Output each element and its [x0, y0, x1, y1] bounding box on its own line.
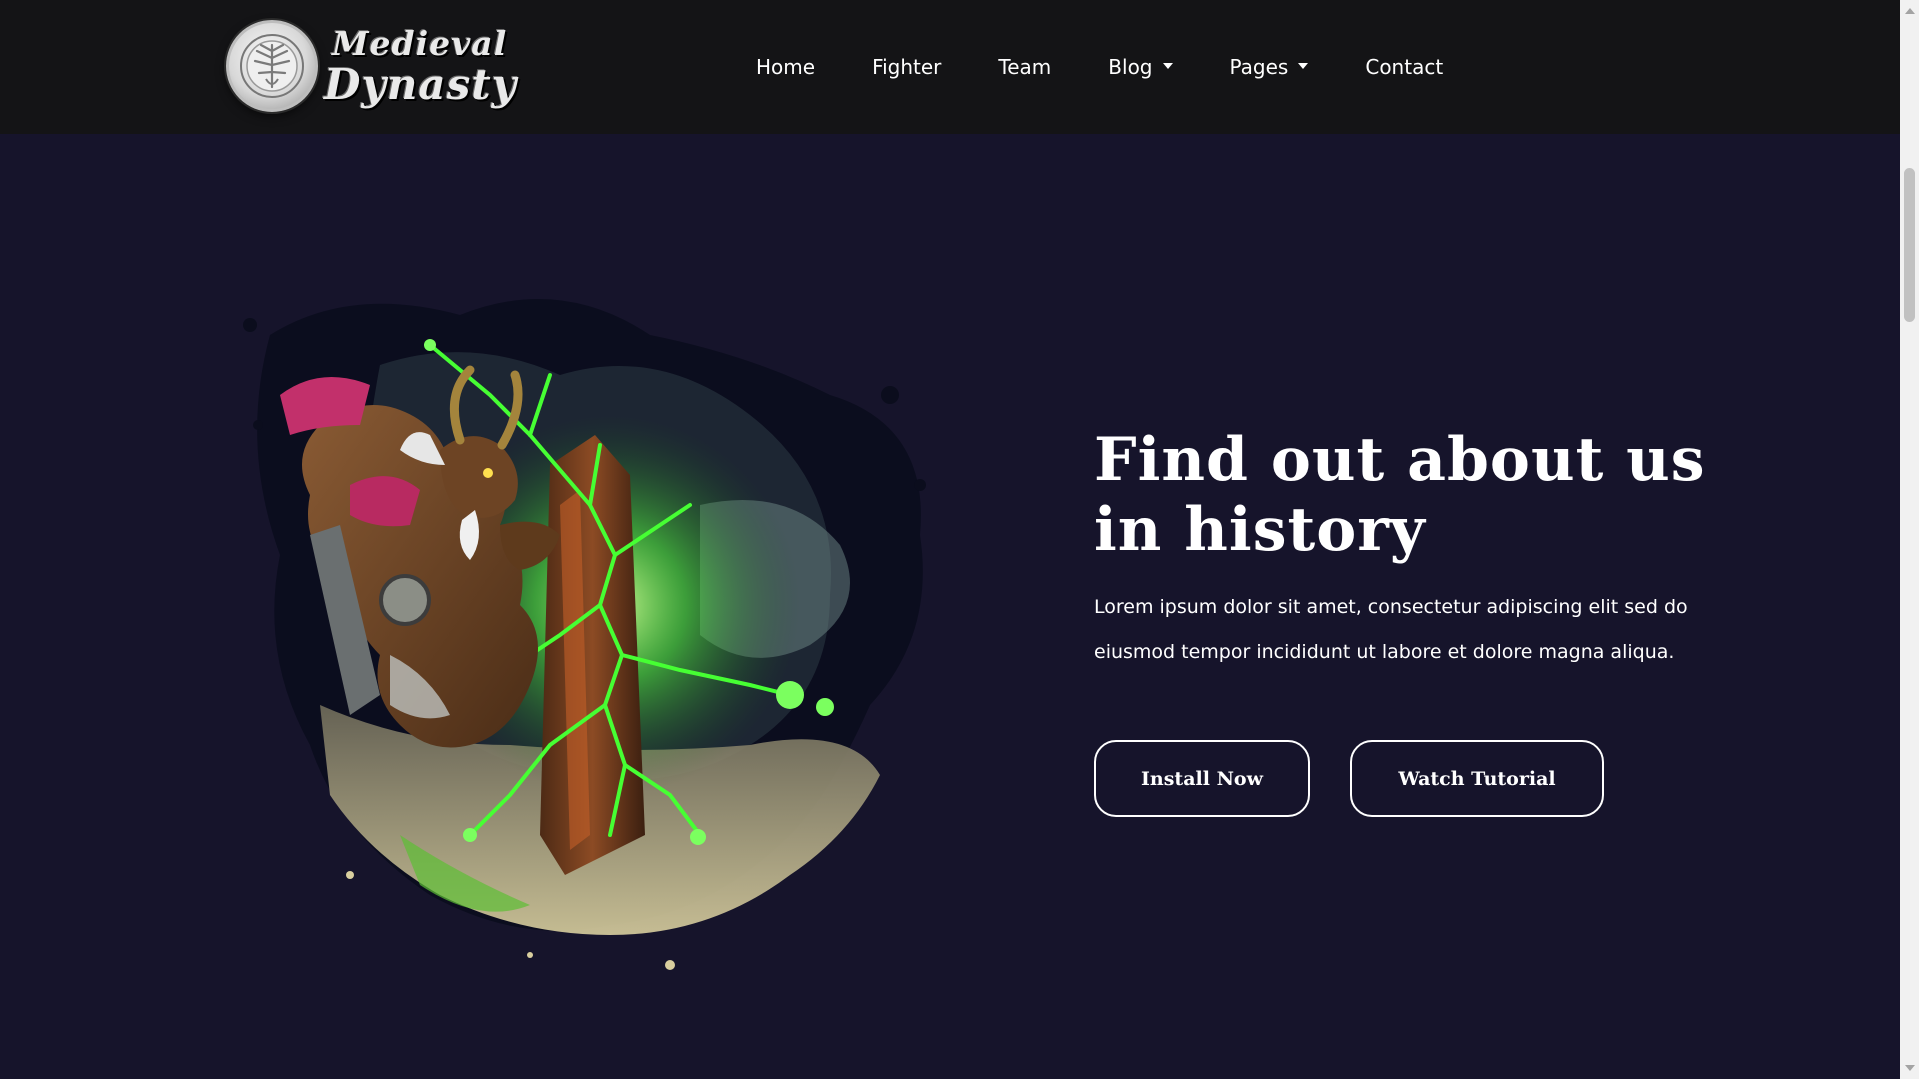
logo-line-1: Medieval — [332, 23, 508, 63]
nav-item-team[interactable]: Team — [998, 55, 1051, 79]
chevron-down-icon — [1162, 63, 1173, 69]
watch-tutorial-button[interactable]: Watch Tutorial — [1350, 740, 1604, 817]
hero-title-line-1: Find out about us — [1094, 425, 1706, 495]
scroll-down-arrow-icon[interactable] — [1905, 1065, 1915, 1071]
site-header: Medieval Dynasty Home Fighter Team Blog … — [0, 0, 1900, 134]
nav-item-home[interactable]: Home — [756, 55, 815, 79]
logo-line-2: Dynasty — [324, 59, 518, 109]
hero-actions: Install Now Watch Tutorial — [1094, 740, 1604, 817]
nav-item-pages[interactable]: Pages — [1230, 55, 1309, 79]
nav-item-label: Blog — [1108, 55, 1153, 79]
nav-item-fighter[interactable]: Fighter — [872, 55, 941, 79]
hero-title-line-2: in history — [1094, 495, 1426, 565]
page: Medieval Dynasty Home Fighter Team Blog … — [0, 0, 1919, 1079]
nav-item-contact[interactable]: Contact — [1365, 55, 1443, 79]
hero-illustration — [230, 275, 940, 975]
nav-item-label: Fighter — [872, 55, 942, 79]
chevron-down-icon — [1298, 63, 1309, 69]
hero-description-line-1: Lorem ipsum dolor sit amet, consectetur … — [1094, 596, 1688, 618]
nav-item-label: Team — [998, 55, 1052, 79]
nav-item-blog[interactable]: Blog — [1108, 55, 1173, 79]
logo-wordmark: Medieval Dynasty — [324, 27, 517, 106]
medallion-icon — [226, 20, 318, 112]
site-logo[interactable]: Medieval Dynasty — [226, 14, 516, 118]
nav-item-label: Home — [756, 55, 816, 79]
nav-item-label: Pages — [1229, 55, 1289, 79]
main-nav: Home Fighter Team Blog Pages Contact — [756, 50, 1443, 84]
page-scrollbar[interactable] — [1900, 0, 1919, 1079]
scroll-up-arrow-icon[interactable] — [1905, 8, 1915, 14]
scrollbar-thumb[interactable] — [1904, 168, 1915, 322]
hero-content: Find out about us in history Lorem ipsum… — [1094, 425, 1734, 675]
install-now-button[interactable]: Install Now — [1094, 740, 1310, 817]
hero-description: Lorem ipsum dolor sit amet, consectetur … — [1094, 585, 1694, 675]
hero-description-line-2: eiusmod tempor incididunt ut labore et d… — [1094, 641, 1675, 663]
nav-item-label: Contact — [1365, 55, 1444, 79]
hero-title: Find out about us in history — [1094, 425, 1734, 565]
